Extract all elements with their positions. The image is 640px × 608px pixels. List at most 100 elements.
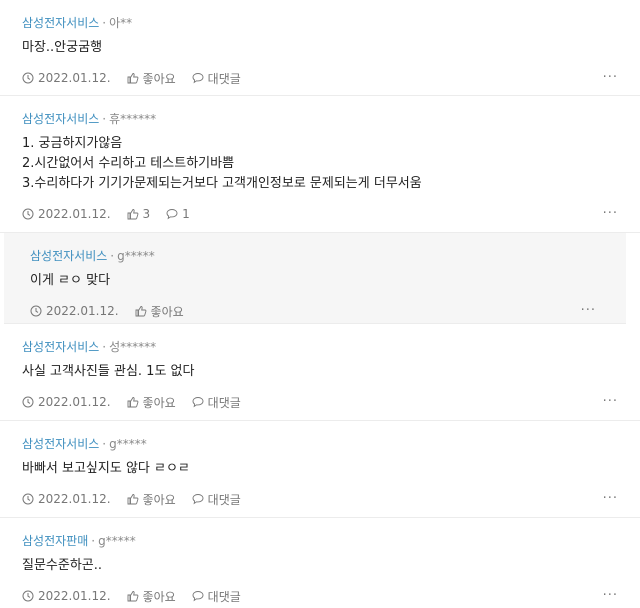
comment-date: 2022.01.12. — [30, 304, 119, 318]
more-dots-icon[interactable]: ··· — [581, 304, 596, 317]
comment-date: 2022.01.12. — [22, 71, 111, 85]
like-label: 좋아요 — [142, 71, 176, 86]
reply-count: 1 — [182, 207, 190, 221]
like-label: 좋아요 — [142, 395, 176, 410]
comment-actions: 2022.01.12. 3 1 ··· — [22, 206, 618, 222]
comment-author-company[interactable]: 삼성전자서비스 — [22, 340, 99, 354]
more-dots-icon[interactable]: ··· — [603, 71, 618, 84]
clock-icon — [22, 493, 34, 505]
comment-line: 2.시간없어서 수리하고 테스트하기바쁨 — [22, 156, 235, 171]
comment-author-company[interactable]: 삼성전자서비스 — [30, 249, 107, 263]
comment-meta: 삼성전자서비스 · 아** — [22, 15, 618, 31]
like-button[interactable]: 좋아요 — [127, 588, 176, 605]
reply-button[interactable]: 대댓글 — [192, 70, 241, 87]
like-count: 3 — [142, 207, 151, 221]
like-button[interactable]: 좋아요 — [127, 491, 176, 508]
like-label: 좋아요 — [142, 492, 176, 507]
comment-actions: 2022.01.12. 좋아요 대댓글 ··· — [22, 588, 618, 604]
like-button[interactable]: 좋아요 — [127, 70, 176, 87]
comment-meta: 삼성전자서비스 · g***** — [22, 436, 618, 452]
like-button[interactable]: 좋아요 — [127, 394, 176, 411]
comment-meta: 삼성전자서비스 · 휴****** — [22, 111, 618, 127]
comment-list: 삼성전자서비스 · 아** 마장..안궁굼행 2022.01.12. 좋아요 대댓글… — [0, 0, 640, 608]
comment-author-user: 성****** — [109, 340, 157, 354]
comment-author-user: 아** — [109, 16, 133, 30]
comment-author-user: g***** — [98, 534, 136, 548]
thumbs-up-icon — [127, 494, 138, 505]
more-dots-icon[interactable]: ··· — [603, 492, 618, 505]
clock-icon — [22, 72, 34, 84]
comment-line: 바빠서 보고싶지도 않다 ㄹㅇㄹ — [22, 461, 190, 476]
reply-button[interactable]: 대댓글 — [192, 588, 241, 605]
comment-date-text: 2022.01.12. — [38, 395, 111, 409]
comment-date-text: 2022.01.12. — [38, 492, 111, 506]
thumbs-up-icon — [127, 73, 138, 84]
reply-button[interactable]: 대댓글 — [192, 394, 241, 411]
comment-author-company[interactable]: 삼성전자서비스 — [22, 437, 99, 451]
clock-icon — [22, 396, 34, 408]
more-dots-icon[interactable]: ··· — [603, 589, 618, 602]
speech-bubble-icon — [192, 73, 204, 84]
reply-button[interactable]: 대댓글 — [192, 491, 241, 508]
like-button[interactable]: 3 — [127, 207, 151, 221]
reply-label: 대댓글 — [207, 492, 241, 507]
comment-author-user: g***** — [109, 437, 147, 451]
speech-bubble-icon — [166, 209, 178, 220]
comment-body: 1. 궁금하지가않음 2.시간없어서 수리하고 테스트하기바쁨 3.수리하다가 … — [22, 134, 618, 194]
clock-icon — [30, 305, 42, 317]
meta-separator: · — [110, 249, 115, 263]
comment-body: 바빠서 보고싶지도 않다 ㄹㅇㄹ — [22, 459, 618, 479]
comment-line: 마장..안궁굼행 — [22, 40, 103, 55]
comment-line: 사실 고객사진들 관심. 1도 없다 — [22, 364, 195, 379]
comment-author-user: g***** — [117, 249, 155, 263]
comment-date: 2022.01.12. — [22, 395, 111, 409]
comment-date: 2022.01.12. — [22, 492, 111, 506]
comment-author-user: 휴****** — [109, 112, 157, 126]
meta-separator: · — [102, 340, 107, 354]
comment-line: 3.수리하다가 기기가문제되는거보다 고객개인정보로 문제되는게 더무서움 — [22, 176, 422, 191]
speech-bubble-icon — [192, 397, 204, 408]
meta-separator: · — [102, 112, 107, 126]
comment-item: 삼성전자서비스 · 아** 마장..안궁굼행 2022.01.12. 좋아요 대댓글… — [0, 0, 640, 96]
comment-date-text: 2022.01.12. — [38, 71, 111, 85]
comment-author-company[interactable]: 삼성전자판매 — [22, 534, 88, 548]
comment-date: 2022.01.12. — [22, 207, 111, 221]
comment-date-text: 2022.01.12. — [38, 207, 111, 221]
comment-line: 1. 궁금하지가않음 — [22, 136, 123, 151]
comment-actions: 2022.01.12. 좋아요 대댓글 ··· — [22, 491, 618, 507]
like-label: 좋아요 — [150, 304, 184, 319]
comment-body: 사실 고객사진들 관심. 1도 없다 — [22, 362, 618, 382]
comment-body: 질문수준하곤.. — [22, 556, 618, 576]
speech-bubble-icon — [192, 494, 204, 505]
comment-author-company[interactable]: 삼성전자서비스 — [22, 112, 99, 126]
reply-button[interactable]: 1 — [166, 207, 190, 221]
meta-separator: · — [102, 437, 107, 451]
comment-line: 질문수준하곤.. — [22, 558, 103, 573]
comment-author-company[interactable]: 삼성전자서비스 — [22, 16, 99, 30]
meta-separator: · — [102, 16, 107, 30]
thumbs-up-icon — [127, 209, 138, 220]
comment-line: 이게 ㄹㅇ 맞다 — [30, 273, 111, 288]
reply-label: 대댓글 — [207, 589, 241, 604]
thumbs-up-icon — [135, 306, 146, 317]
meta-separator: · — [91, 534, 96, 548]
reply-comment-item: 삼성전자서비스 · g***** 이게 ㄹㅇ 맞다 2022.01.12. 좋아요 … — [4, 233, 626, 324]
speech-bubble-icon — [192, 591, 204, 602]
comment-item: 삼성전자서비스 · g***** 바빠서 보고싶지도 않다 ㄹㅇㄹ 2022.01.… — [0, 421, 640, 518]
reply-label: 대댓글 — [207, 71, 241, 86]
comment-item: 삼성전자판매 · g***** 질문수준하곤.. 2022.01.12. 좋아요 대… — [0, 518, 640, 608]
comment-body: 이게 ㄹㅇ 맞다 — [30, 271, 604, 291]
clock-icon — [22, 208, 34, 220]
comment-meta: 삼성전자서비스 · g***** — [30, 248, 604, 264]
thumbs-up-icon — [127, 591, 138, 602]
comment-date-text: 2022.01.12. — [38, 589, 111, 603]
comment-actions: 2022.01.12. 좋아요 ··· — [30, 303, 604, 319]
more-dots-icon[interactable]: ··· — [603, 207, 618, 220]
reply-label: 대댓글 — [207, 395, 241, 410]
comment-meta: 삼성전자판매 · g***** — [22, 533, 618, 549]
comment-item: 삼성전자서비스 · 휴****** 1. 궁금하지가않음 2.시간없어서 수리하고 … — [0, 96, 640, 233]
comment-body: 마장..안궁굼행 — [22, 38, 618, 58]
like-button[interactable]: 좋아요 — [135, 303, 184, 320]
more-dots-icon[interactable]: ··· — [603, 395, 618, 408]
comment-item: 삼성전자서비스 · 성****** 사실 고객사진들 관심. 1도 없다 2022.… — [0, 324, 640, 421]
